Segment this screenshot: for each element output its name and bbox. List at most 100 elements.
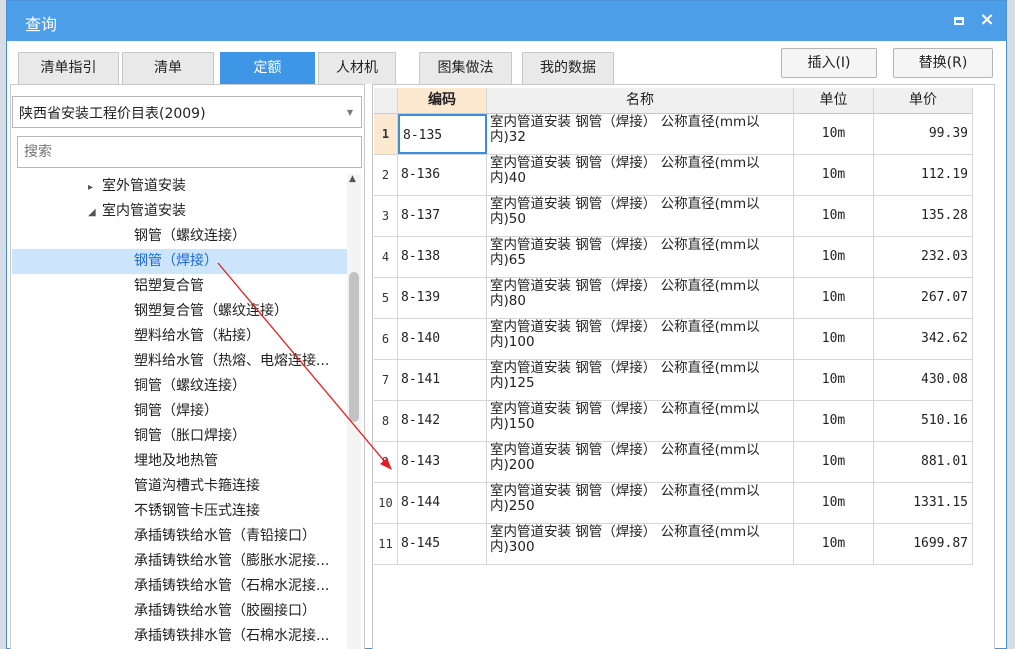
cell-unit[interactable]: 10m: [794, 401, 874, 441]
cell-code[interactable]: 8-135: [398, 114, 487, 154]
cell-unit[interactable]: 10m: [794, 483, 874, 523]
tree-node[interactable]: 承插铸铁给水管（胶圈接口）: [12, 599, 347, 624]
cell-name[interactable]: 室内管道安装 钢管（焊接） 公称直径(mm以 内)50: [487, 196, 794, 236]
tree-node[interactable]: 钢管（焊接）: [12, 249, 347, 274]
cell-code[interactable]: 8-137: [398, 196, 487, 236]
tab-1[interactable]: 清单指引: [18, 52, 119, 84]
search-input[interactable]: [17, 136, 362, 168]
row-number[interactable]: 8: [374, 401, 398, 441]
cell-code[interactable]: 8-138: [398, 237, 487, 277]
tree-node[interactable]: 承插铸铁排水管（石棉水泥接...: [12, 624, 347, 649]
cell-name[interactable]: 室内管道安装 钢管（焊接） 公称直径(mm以 内)65: [487, 237, 794, 277]
tab-5[interactable]: 图集做法: [419, 52, 512, 84]
tab-4[interactable]: 人材机: [318, 52, 396, 84]
cell-name[interactable]: 室内管道安装 钢管（焊接） 公称直径(mm以 内)150: [487, 401, 794, 441]
cell-code[interactable]: 8-145: [398, 524, 487, 564]
table-row[interactable]: 3 8-137 室内管道安装 钢管（焊接） 公称直径(mm以 内)50 10m 135.2…: [374, 196, 973, 237]
table-row[interactable]: 4 8-138 室内管道安装 钢管（焊接） 公称直径(mm以 内)65 10m 232.0…: [374, 237, 973, 278]
tree-node[interactable]: 承插铸铁给水管（膨胀水泥接...: [12, 549, 347, 574]
row-number[interactable]: 2: [374, 155, 398, 195]
cell-price[interactable]: 342.62: [874, 319, 973, 359]
row-number[interactable]: 6: [374, 319, 398, 359]
column-header-code[interactable]: 编码: [398, 88, 487, 114]
tree-node[interactable]: 塑料给水管（粘接）: [12, 324, 347, 349]
expand-toggle-icon[interactable]: ◢: [88, 200, 102, 225]
column-header-unit[interactable]: 单位: [794, 88, 874, 114]
cell-code[interactable]: 8-136: [398, 155, 487, 195]
cell-code[interactable]: 8-143: [398, 442, 487, 482]
tab-3[interactable]: 定额: [220, 52, 315, 84]
row-number[interactable]: 5: [374, 278, 398, 318]
row-number[interactable]: 11: [374, 524, 398, 564]
table-row[interactable]: 9 8-143 室内管道安装 钢管（焊接） 公称直径(mm以 内)200 10m 881.…: [374, 442, 973, 483]
column-header-name[interactable]: 名称: [487, 88, 794, 114]
cell-code[interactable]: 8-142: [398, 401, 487, 441]
row-number[interactable]: 4: [374, 237, 398, 277]
cell-unit[interactable]: 10m: [794, 319, 874, 359]
cell-price[interactable]: 267.07: [874, 278, 973, 318]
tree-node[interactable]: ◢ 室内管道安装: [12, 199, 347, 224]
table-row[interactable]: 11 8-145 室内管道安装 钢管（焊接） 公称直径(mm以 内)300 10m 169…: [374, 524, 973, 565]
table-row[interactable]: 5 8-139 室内管道安装 钢管（焊接） 公称直径(mm以 内)80 10m 267.0…: [374, 278, 973, 319]
tree-node[interactable]: 承插铸铁给水管（青铅接口）: [12, 524, 347, 549]
maximize-button[interactable]: [948, 9, 970, 31]
scrollbar-thumb[interactable]: [349, 272, 359, 422]
column-header-price[interactable]: 单价: [874, 88, 973, 114]
library-select[interactable]: 陕西省安装工程价目表(2009) ▼: [12, 96, 362, 128]
cell-name[interactable]: 室内管道安装 钢管（焊接） 公称直径(mm以 内)200: [487, 442, 794, 482]
cell-name[interactable]: 室内管道安装 钢管（焊接） 公称直径(mm以 内)100: [487, 319, 794, 359]
cell-name[interactable]: 室内管道安装 钢管（焊接） 公称直径(mm以 内)250: [487, 483, 794, 523]
cell-code[interactable]: 8-139: [398, 278, 487, 318]
cell-price[interactable]: 112.19: [874, 155, 973, 195]
expand-toggle-icon[interactable]: ▸: [88, 175, 102, 200]
row-number[interactable]: 7: [374, 360, 398, 400]
cell-unit[interactable]: 10m: [794, 278, 874, 318]
cell-unit[interactable]: 10m: [794, 114, 874, 154]
cell-unit[interactable]: 10m: [794, 360, 874, 400]
tree-scrollbar[interactable]: ▲: [347, 174, 361, 649]
row-number[interactable]: 9: [374, 442, 398, 482]
table-row[interactable]: 2 8-136 室内管道安装 钢管（焊接） 公称直径(mm以 内)40 10m 112.1…: [374, 155, 973, 196]
cell-unit[interactable]: 10m: [794, 155, 874, 195]
insert-button[interactable]: 插入(I): [781, 48, 877, 78]
cell-name[interactable]: 室内管道安装 钢管（焊接） 公称直径(mm以 内)40: [487, 155, 794, 195]
cell-unit[interactable]: 10m: [794, 237, 874, 277]
close-button[interactable]: ×: [976, 9, 998, 31]
replace-button[interactable]: 替换(R): [893, 48, 993, 78]
tree-node[interactable]: 铜管（胀口焊接）: [12, 424, 347, 449]
cell-unit[interactable]: 10m: [794, 524, 874, 564]
cell-price[interactable]: 135.28: [874, 196, 973, 236]
cell-price[interactable]: 99.39: [874, 114, 973, 154]
cell-price[interactable]: 1331.15: [874, 483, 973, 523]
table-row[interactable]: 10 8-144 室内管道安装 钢管（焊接） 公称直径(mm以 内)250 10m 133…: [374, 483, 973, 524]
row-number[interactable]: 1: [374, 114, 398, 154]
cell-name[interactable]: 室内管道安装 钢管（焊接） 公称直径(mm以 内)300: [487, 524, 794, 564]
table-row[interactable]: 1 8-135 室内管道安装 钢管（焊接） 公称直径(mm以 内)32 10m 99.39: [374, 114, 973, 155]
table-row[interactable]: 7 8-141 室内管道安装 钢管（焊接） 公称直径(mm以 内)125 10m 430.…: [374, 360, 973, 401]
tree-node[interactable]: 管道沟槽式卡箍连接: [12, 474, 347, 499]
tree-node[interactable]: ▸ 室外管道安装: [12, 174, 347, 199]
cell-price[interactable]: 1699.87: [874, 524, 973, 564]
tree-node[interactable]: 铜管（焊接）: [12, 399, 347, 424]
tree-node[interactable]: 不锈钢管卡压式连接: [12, 499, 347, 524]
cell-price[interactable]: 881.01: [874, 442, 973, 482]
table-row[interactable]: 8 8-142 室内管道安装 钢管（焊接） 公称直径(mm以 内)150 10m 510.…: [374, 401, 973, 442]
row-number[interactable]: 10: [374, 483, 398, 523]
tree-node[interactable]: 钢管（螺纹连接）: [12, 224, 347, 249]
cell-price[interactable]: 510.16: [874, 401, 973, 441]
cell-unit[interactable]: 10m: [794, 196, 874, 236]
cell-code[interactable]: 8-140: [398, 319, 487, 359]
tree-node[interactable]: 铜管（螺纹连接）: [12, 374, 347, 399]
cell-code[interactable]: 8-144: [398, 483, 487, 523]
tree-node[interactable]: 承插铸铁给水管（石棉水泥接...: [12, 574, 347, 599]
table-row[interactable]: 6 8-140 室内管道安装 钢管（焊接） 公称直径(mm以 内)100 10m 342.…: [374, 319, 973, 360]
tree-node[interactable]: 钢塑复合管（螺纹连接）: [12, 299, 347, 324]
scroll-up-icon[interactable]: ▲: [349, 174, 356, 184]
tab-2[interactable]: 清单: [122, 52, 214, 84]
tree-node[interactable]: 铝塑复合管: [12, 274, 347, 299]
cell-price[interactable]: 232.03: [874, 237, 973, 277]
cell-unit[interactable]: 10m: [794, 442, 874, 482]
tree-node[interactable]: 塑料给水管（热熔、电熔连接...: [12, 349, 347, 374]
cell-code[interactable]: 8-141: [398, 360, 487, 400]
tree-node[interactable]: 埋地及地热管: [12, 449, 347, 474]
